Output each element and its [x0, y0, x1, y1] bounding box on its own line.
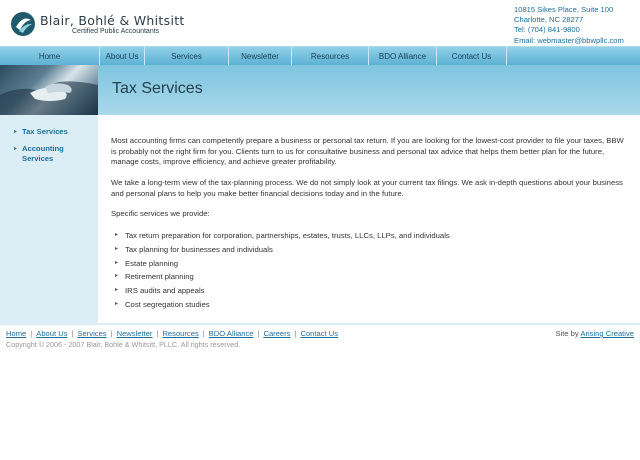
- sidebar-item-tax-services[interactable]: Tax Services: [22, 127, 68, 137]
- nav-item-home[interactable]: Home: [0, 47, 100, 66]
- separator: |: [110, 329, 113, 338]
- nav-item-bdo-alliance[interactable]: BDO Alliance: [369, 47, 437, 66]
- service-label: IRS audits and appeals: [125, 286, 205, 296]
- service-label: Estate planning: [125, 258, 178, 268]
- logo-tagline: Certified Public Accountants: [72, 28, 160, 35]
- main-nav: Home About Us Services Newsletter Resour…: [0, 46, 640, 66]
- main-content: Most accounting firms can competently pr…: [98, 115, 640, 323]
- footer-links: Home | About Us | Services | Newsletter | Resour…: [6, 329, 338, 338]
- separator: |: [257, 329, 260, 338]
- chevron-right-icon: ▸: [14, 129, 18, 135]
- bullet-icon: ▸: [115, 259, 119, 266]
- nav-item-contact-us[interactable]: Contact Us: [437, 47, 507, 66]
- separator: |: [156, 329, 159, 338]
- list-item: ▸ Tax planning for businesses and individ…: [115, 243, 615, 257]
- nav-item-about-us[interactable]: About Us: [100, 47, 145, 66]
- list-item: ▸ Tax return preparation for corporation,…: [115, 229, 615, 243]
- list-item: ▸ Retirement planning: [115, 270, 615, 284]
- nav-filler: [507, 47, 640, 66]
- separator: |: [202, 329, 205, 338]
- contact-city: Charlotte, NC 28277: [514, 15, 584, 25]
- footer-link-about-us[interactable]: About Us: [36, 329, 67, 338]
- copyright-text: Copyright © 2006 - 2007 Blair, Bohle & W…: [6, 340, 241, 349]
- service-label: Retirement planning: [125, 272, 194, 282]
- intro-paragraph: Most accounting firms can competently pr…: [111, 136, 624, 166]
- chevron-right-icon: ▸: [14, 146, 18, 152]
- handshake-photo-icon: [0, 81, 98, 115]
- footer-link-careers[interactable]: Careers: [263, 329, 290, 338]
- list-item: ▸ Estate planning: [115, 257, 615, 271]
- footer-link-contact-us[interactable]: Contact Us: [300, 329, 338, 338]
- contact-phone: Tel: (704) 841-9800: [514, 25, 580, 35]
- sidebar: ▸ Tax Services ▸ Accounting Services: [0, 115, 98, 323]
- nav-item-resources[interactable]: Resources: [292, 47, 369, 66]
- site-credit: Site by Arising Creative: [555, 329, 634, 338]
- nav-item-services[interactable]: Services: [145, 47, 229, 66]
- bullet-icon: ▸: [115, 245, 119, 252]
- footer-link-resources[interactable]: Resources: [162, 329, 198, 338]
- services-intro: Specific services we provide:: [111, 209, 210, 218]
- site-header: Blair, Bohlé & Whitsitt Certified Public…: [0, 0, 640, 46]
- bullet-icon: ▸: [115, 287, 119, 294]
- logo[interactable]: Blair, Bohlé & Whitsitt Certified Public…: [10, 11, 210, 39]
- banner-photo: [0, 65, 98, 115]
- page-title: Tax Services: [112, 80, 203, 97]
- page-banner: Tax Services: [0, 65, 640, 115]
- service-label: Cost segregation studies: [125, 299, 210, 309]
- separator: |: [30, 329, 33, 338]
- footer-link-bdo-alliance[interactable]: BDO Alliance: [209, 329, 254, 338]
- services-list: ▸ Tax return preparation for corporation,…: [115, 229, 615, 312]
- planning-paragraph: We take a long-term view of the tax-plan…: [111, 178, 623, 198]
- service-label: Tax planning for businesses and individu…: [125, 244, 273, 254]
- list-item: ▸ IRS audits and appeals: [115, 284, 615, 298]
- service-label: Tax return preparation for corporation, …: [125, 231, 450, 240]
- bullet-icon: ▸: [115, 300, 119, 307]
- separator: |: [294, 329, 297, 338]
- list-item: ▸ Cost segregation studies: [115, 298, 615, 312]
- logo-name: Blair, Bohlé & Whitsitt: [40, 13, 185, 28]
- separator: |: [71, 329, 74, 338]
- contact-info: 10815 Sikes Place, Suite 100 Charlotte, …: [514, 5, 638, 46]
- contact-email[interactable]: Email: webmaster@bbwpllc.com: [514, 36, 638, 46]
- site-by-label: Site by: [555, 329, 579, 338]
- site-by-link[interactable]: Arising Creative: [580, 329, 634, 338]
- footer-link-home[interactable]: Home: [6, 329, 26, 338]
- nav-item-newsletter[interactable]: Newsletter: [229, 47, 292, 66]
- contact-address: 10815 Sikes Place, Suite 100: [514, 5, 614, 14]
- bullet-icon: ▸: [115, 232, 119, 238]
- footer-link-services[interactable]: Services: [77, 329, 106, 338]
- sidebar-item-accounting-services[interactable]: Accounting Services: [22, 144, 82, 164]
- site-footer: Home | About Us | Services | Newsletter | Resour…: [0, 323, 640, 460]
- footer-link-newsletter[interactable]: Newsletter: [117, 329, 153, 338]
- logo-mark-icon: [11, 12, 35, 36]
- bullet-icon: ▸: [115, 273, 119, 280]
